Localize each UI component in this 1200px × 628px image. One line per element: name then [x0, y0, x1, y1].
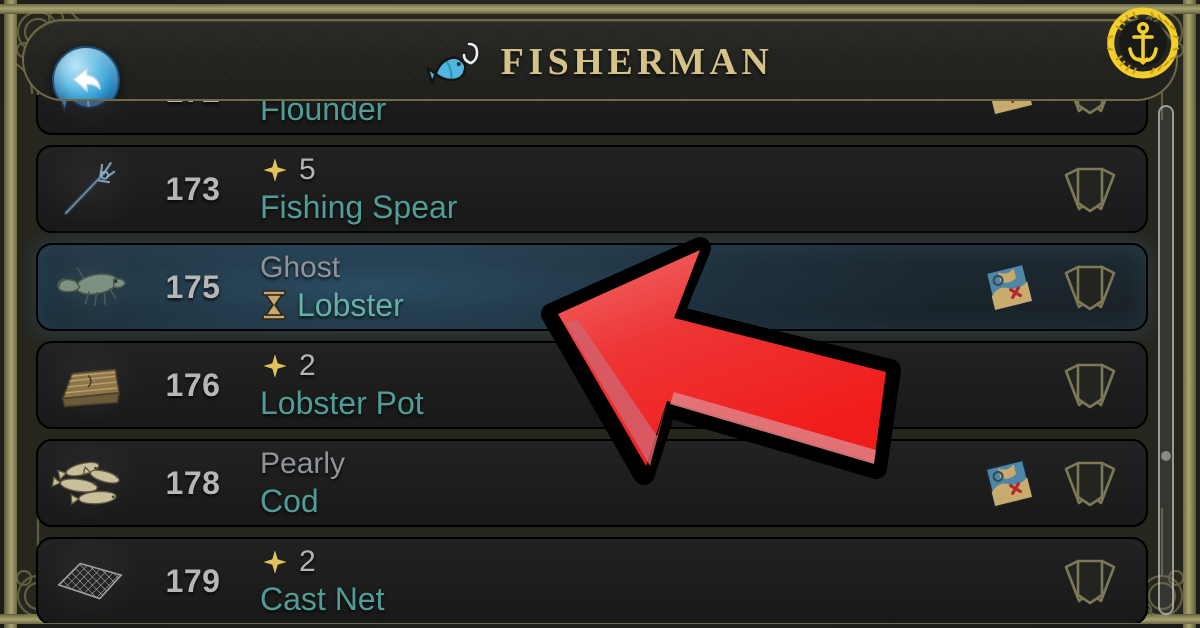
star-count: 2 [299, 545, 316, 578]
item-list[interactable]: 172 Flounder 173 [22, 95, 1162, 623]
row-item-icon [40, 539, 140, 623]
fish-hook-icon [426, 41, 480, 85]
row-text: 2 Cast Net [246, 544, 980, 618]
table-row[interactable]: 172 Flounder [36, 95, 1148, 135]
table-row[interactable]: 175 Ghost Lobster [36, 243, 1148, 331]
sparkle-star-icon [260, 155, 290, 185]
row-badges [980, 160, 1146, 218]
table-row[interactable]: 178 Pearly Cod [36, 439, 1148, 527]
scrollbar-thumb[interactable] [1161, 451, 1171, 462]
sparkle-star-icon [260, 351, 290, 381]
row-item-icon [40, 343, 140, 427]
map-slot-empty [980, 356, 1038, 414]
table-row[interactable]: 173 5 Fishing Spear [36, 145, 1148, 233]
item-name: Lobster Pot [260, 384, 424, 421]
row-index: 175 [165, 268, 221, 305]
row-index: 173 [165, 170, 221, 207]
row-item-icon [40, 245, 140, 329]
row-line-top: Ghost [260, 250, 980, 286]
header-bar: FISHERMAN [22, 19, 1178, 101]
item-list-inner: 172 Flounder 173 [22, 95, 1162, 623]
item-name: Cast Net [260, 580, 385, 617]
item-name: Fishing Spear [260, 188, 458, 225]
row-text: 2 Lobster Pot [246, 348, 980, 422]
item-name: Cod [260, 482, 319, 519]
item-prefix: Pearly [260, 447, 346, 480]
vertical-scrollbar[interactable] [1158, 105, 1174, 615]
pearly-cod-icon [51, 461, 120, 506]
row-item-icon [40, 147, 140, 231]
row-line-top: 5 [260, 152, 980, 188]
treasure-map-icon[interactable] [980, 258, 1038, 316]
map-slot-empty [980, 552, 1038, 610]
treasure-map-icon[interactable] [980, 454, 1038, 512]
row-badges [980, 258, 1146, 316]
row-line-bottom: Fishing Spear [260, 188, 980, 226]
item-name: Lobster [297, 286, 404, 323]
fishing-spear-icon [63, 162, 116, 216]
frame-border-left [4, 0, 17, 628]
card-fan-icon[interactable] [1060, 161, 1120, 217]
row-index: 178 [165, 464, 221, 501]
map-slot-empty [980, 160, 1038, 218]
row-line-bottom: Lobster [260, 286, 980, 324]
page-title: FISHERMAN [500, 41, 774, 83]
card-fan-icon[interactable] [1060, 259, 1120, 315]
fisherman-collection-screen: 172 Flounder 173 [0, 0, 1200, 628]
card-fan-icon[interactable] [1060, 455, 1120, 511]
row-text: 5 Fishing Spear [246, 152, 980, 226]
table-row[interactable]: 176 2 Lobster Pot [36, 341, 1148, 429]
row-badges [980, 454, 1146, 512]
cast-net-icon [57, 562, 123, 600]
item-prefix: Ghost [260, 251, 341, 284]
row-text: Pearly Cod [246, 446, 980, 520]
title-group: FISHERMAN [24, 21, 1176, 99]
row-badges [980, 356, 1146, 414]
row-text: Ghost Lobster [246, 250, 980, 324]
sparkle-star-icon [260, 547, 290, 577]
row-index: 176 [165, 366, 221, 403]
row-badges [980, 552, 1146, 610]
hourglass-icon [262, 290, 286, 320]
lobster-pot-icon [61, 368, 121, 408]
frame-border-top [0, 4, 1200, 14]
row-index: 179 [165, 562, 221, 599]
frame-border-right [1183, 0, 1196, 628]
back-arrow-icon [72, 67, 101, 92]
table-row[interactable]: 179 2 Cast Net [36, 537, 1148, 623]
anchor-wreath-icon [1106, 7, 1180, 79]
ghost-lobster-icon [57, 267, 127, 306]
row-line-top: 2 [260, 544, 980, 580]
card-fan-icon[interactable] [1060, 357, 1120, 413]
row-line-top: 2 [260, 348, 980, 384]
anchor-emblem-button[interactable] [1106, 6, 1180, 80]
row-line-bottom: Lobster Pot [260, 384, 980, 422]
row-item-icon [40, 441, 140, 525]
star-count: 5 [299, 153, 316, 186]
star-count: 2 [299, 349, 316, 382]
row-line-bottom: Cast Net [260, 580, 980, 618]
card-fan-icon[interactable] [1060, 553, 1120, 609]
row-line-bottom: Cod [260, 482, 980, 520]
row-line-top: Pearly [260, 446, 980, 482]
